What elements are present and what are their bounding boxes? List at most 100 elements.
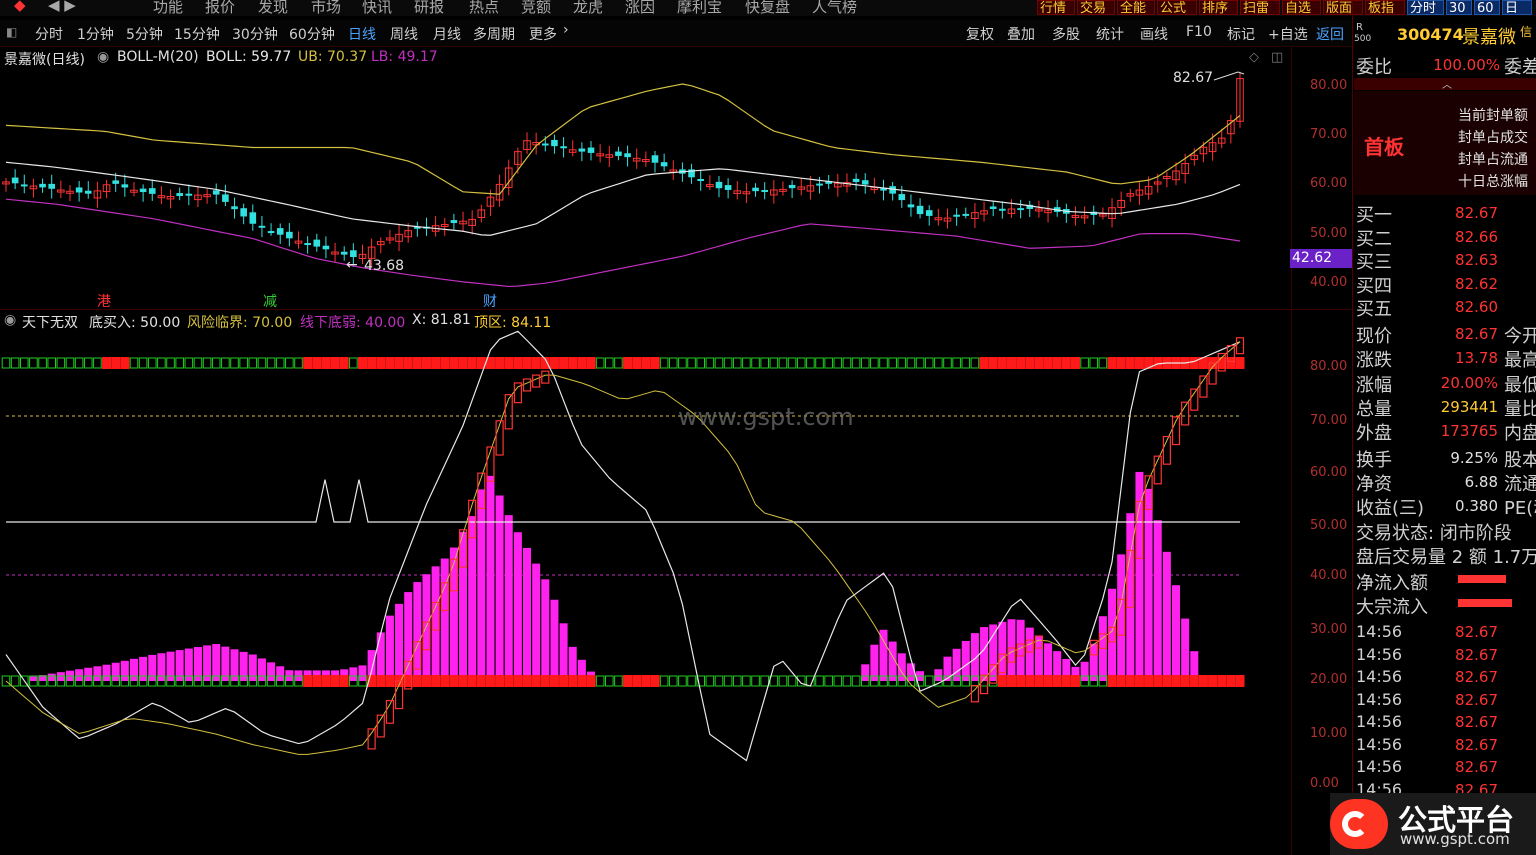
menu-item-1[interactable]: 报价 bbox=[205, 0, 235, 16]
menu-item-9[interactable]: 涨因 bbox=[625, 0, 655, 16]
menu-tag-12[interactable]: 日 bbox=[1502, 0, 1532, 16]
bid-label-1: 买二 bbox=[1356, 228, 1392, 250]
menu-item-12[interactable]: 人气榜 bbox=[812, 0, 857, 16]
menu-arrow-icon[interactable]: ◆ bbox=[14, 0, 26, 14]
indicator-candle bbox=[1235, 337, 1245, 355]
menu-tag-5[interactable]: 扫雷 bbox=[1240, 0, 1280, 16]
indicator-magenta-bar bbox=[1181, 618, 1190, 681]
period-tab-1[interactable]: 1分钟 bbox=[77, 24, 114, 44]
indicator-magenta-bar bbox=[541, 579, 550, 681]
period-tab-10[interactable]: 更多 bbox=[529, 24, 557, 44]
bid-value-3[interactable]: 82.62 bbox=[1420, 275, 1498, 293]
boll-indicator-name[interactable]: BOLL-M(20) bbox=[117, 49, 199, 65]
menu-item-11[interactable]: 快复盘 bbox=[745, 0, 790, 16]
tool-button-5[interactable]: F10 bbox=[1186, 24, 1212, 40]
indicator-magenta-bar bbox=[276, 666, 285, 681]
menu-tag-2[interactable]: 全能 bbox=[1117, 0, 1155, 16]
menu-tag-11[interactable]: 60 bbox=[1474, 0, 1500, 16]
period-tab-2[interactable]: 5分钟 bbox=[126, 24, 163, 44]
event-marker-reduce[interactable]: 减 bbox=[263, 291, 277, 311]
period-tab-5[interactable]: 60分钟 bbox=[289, 24, 335, 44]
menu-item-3[interactable]: 市场 bbox=[311, 0, 341, 16]
period-tab-4[interactable]: 30分钟 bbox=[232, 24, 278, 44]
indicator-top-block bbox=[1025, 357, 1035, 369]
indicator-axis-tick: 40.00 bbox=[1310, 568, 1348, 583]
menu-tag-6[interactable]: 自选 bbox=[1282, 0, 1321, 16]
bid-value-0[interactable]: 82.67 bbox=[1420, 204, 1498, 222]
menu-item-0[interactable]: 功能 bbox=[153, 0, 183, 16]
indicator-top-block bbox=[221, 357, 230, 369]
menu-tag-8[interactable]: 板指 bbox=[1365, 0, 1405, 16]
block-inflow-label: 大宗流入 bbox=[1356, 597, 1428, 618]
indicator-bottom-block bbox=[440, 675, 450, 687]
period-tab-0[interactable]: 分时 bbox=[35, 24, 63, 44]
diamond-icon[interactable]: ◇ bbox=[1249, 50, 1259, 65]
menu-tag-9[interactable]: 分时 bbox=[1407, 0, 1444, 16]
panel-toggle-icon[interactable]: ◧ bbox=[6, 25, 17, 39]
indicator-magenta-bar bbox=[84, 667, 93, 681]
price-candle bbox=[551, 139, 558, 147]
menu-item-2[interactable]: 发现 bbox=[258, 0, 288, 16]
maximize-icon[interactable]: ◫ bbox=[1271, 50, 1283, 65]
indicator-top-block bbox=[842, 357, 852, 369]
price-candle bbox=[231, 206, 238, 210]
indicator-top-block bbox=[495, 357, 505, 369]
bid-value-1[interactable]: 82.66 bbox=[1420, 228, 1498, 246]
bid-value-4[interactable]: 82.60 bbox=[1420, 298, 1498, 316]
menu-nav-icon[interactable]: ◀ ▶ bbox=[48, 0, 76, 14]
event-marker-finance[interactable]: 财 bbox=[483, 291, 497, 311]
price-candle bbox=[1017, 208, 1024, 211]
chart-area[interactable] bbox=[0, 47, 1352, 855]
first-board-label: 首板 bbox=[1364, 135, 1404, 159]
indicator-name[interactable]: 天下无双 bbox=[22, 312, 78, 332]
indicator-bottom-block bbox=[778, 675, 788, 687]
weibi-value: 100.00% bbox=[1433, 56, 1500, 74]
menu-item-4[interactable]: 快讯 bbox=[362, 0, 392, 16]
indicator-bottom-block bbox=[732, 675, 742, 687]
menu-tag-4[interactable]: 排序 bbox=[1199, 0, 1238, 16]
tool-button-7[interactable]: +自选 bbox=[1268, 24, 1308, 44]
indicator-bottom-block bbox=[321, 675, 331, 687]
indicator-magenta-bar bbox=[1135, 471, 1144, 681]
tool-button-6[interactable]: 标记 bbox=[1227, 24, 1255, 44]
menu-tag-3[interactable]: 公式 bbox=[1157, 0, 1197, 16]
price-candle bbox=[916, 205, 924, 215]
tool-button-2[interactable]: 多股 bbox=[1052, 24, 1080, 44]
event-marker-hk[interactable]: 港 bbox=[97, 291, 111, 311]
price-candle bbox=[560, 146, 567, 149]
menu-tag-1[interactable]: 交易 bbox=[1077, 0, 1115, 16]
period-tab-9[interactable]: 多周期 bbox=[473, 24, 515, 44]
menu-item-5[interactable]: 研报 bbox=[414, 0, 444, 16]
tool-button-3[interactable]: 统计 bbox=[1096, 24, 1124, 44]
menu-item-6[interactable]: 热点 bbox=[469, 0, 499, 16]
indicator-settings-icon[interactable]: ◉ bbox=[97, 49, 109, 65]
menu-item-10[interactable]: 摩利宝 bbox=[677, 0, 722, 16]
menu-tag-0[interactable]: 行情 bbox=[1037, 0, 1075, 16]
indicator-top-block bbox=[403, 357, 413, 369]
tool-button-8[interactable]: 返回 bbox=[1316, 24, 1344, 44]
tool-button-0[interactable]: 复权 bbox=[966, 24, 994, 44]
indicator-top-block bbox=[1134, 357, 1144, 369]
period-tab-6[interactable]: 日线 bbox=[348, 24, 376, 44]
bid-value-2[interactable]: 82.63 bbox=[1420, 251, 1498, 269]
stock-name[interactable]: 景嘉微 bbox=[1462, 23, 1516, 49]
tool-button-1[interactable]: 叠加 bbox=[1007, 24, 1035, 44]
indicator-top-block bbox=[394, 357, 404, 369]
quote-value-1: 13.78 bbox=[1455, 349, 1498, 368]
menu-tag-10[interactable]: 30 bbox=[1446, 0, 1472, 16]
chevron-up-icon[interactable]: ︿ bbox=[1442, 76, 1452, 91]
menu-tag-7[interactable]: 版面 bbox=[1323, 0, 1363, 16]
period-tab-7[interactable]: 周线 bbox=[390, 24, 418, 44]
menu-item-7[interactable]: 竞额 bbox=[521, 0, 551, 16]
indicator-magenta-bar bbox=[1162, 551, 1171, 681]
stock-code[interactable]: 300474 bbox=[1397, 25, 1464, 44]
indicator-bottom-block bbox=[421, 675, 431, 687]
period-tab-8[interactable]: 月线 bbox=[433, 24, 461, 44]
period-tab-3[interactable]: 15分钟 bbox=[174, 24, 220, 44]
indicator-toggle-icon[interactable]: ◉ bbox=[4, 312, 16, 328]
price-candle bbox=[861, 180, 869, 185]
indicator-top-block bbox=[211, 357, 221, 369]
menu-item-8[interactable]: 龙虎 bbox=[573, 0, 603, 16]
more-chevron-icon[interactable]: › bbox=[563, 22, 569, 38]
tool-button-4[interactable]: 画线 bbox=[1140, 24, 1168, 44]
